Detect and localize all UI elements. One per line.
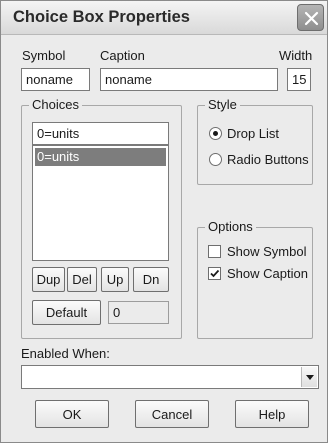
choice-edit-input[interactable]: 0=units (32, 122, 169, 145)
help-button-label: Help (258, 406, 286, 422)
show-caption-label[interactable]: Show Caption (227, 266, 308, 281)
symbol-input[interactable]: noname (21, 68, 90, 91)
radio-buttons-label[interactable]: Radio Buttons (227, 152, 309, 167)
show-symbol-label[interactable]: Show Symbol (227, 244, 306, 259)
cancel-button[interactable]: Cancel (135, 400, 209, 428)
width-label: Width (279, 48, 313, 63)
del-button[interactable]: Del (67, 267, 97, 292)
enabled-when-combo[interactable] (21, 365, 319, 389)
ok-button[interactable]: OK (35, 400, 109, 428)
list-item[interactable]: 0=units (35, 148, 166, 166)
dropdown-button[interactable] (301, 367, 317, 387)
style-group: Style (197, 97, 313, 185)
default-value-field: 0 (108, 301, 169, 324)
style-group-title: Style (205, 97, 240, 113)
dup-button-label: Dup (36, 272, 61, 287)
caption-label: Caption (100, 48, 145, 63)
default-button-label: Default (45, 305, 88, 320)
window-title: Choice Box Properties (13, 8, 190, 26)
default-button[interactable]: Default (32, 300, 101, 325)
radio-selected-dot (213, 131, 218, 136)
cancel-button-label: Cancel (151, 406, 193, 422)
radio-buttons-radio[interactable] (209, 153, 222, 166)
title-bar: Choice Box Properties (1, 1, 327, 35)
up-button-label: Up (106, 272, 124, 287)
show-caption-checkbox[interactable] (208, 267, 221, 280)
options-group-title: Options (205, 219, 256, 235)
choices-listbox[interactable]: 0=units (32, 145, 169, 261)
help-button[interactable]: Help (235, 400, 309, 428)
choice-box-properties-dialog: Choice Box Properties Symbol Caption Wid… (0, 0, 328, 443)
caption-input[interactable]: noname (100, 68, 278, 91)
del-button-label: Del (72, 272, 92, 287)
dup-button[interactable]: Dup (32, 267, 65, 292)
symbol-label: Symbol (22, 48, 66, 63)
choices-group-title: Choices (29, 97, 82, 113)
enabled-when-label: Enabled When: (21, 346, 110, 361)
up-button[interactable]: Up (101, 267, 129, 292)
close-button[interactable] (297, 4, 324, 31)
dn-button-label: Dn (142, 272, 160, 287)
show-symbol-checkbox[interactable] (208, 245, 221, 258)
width-input[interactable]: 15 (287, 68, 311, 91)
ok-button-label: OK (62, 406, 82, 422)
dn-button[interactable]: Dn (133, 267, 169, 292)
drop-list-label[interactable]: Drop List (227, 126, 279, 141)
drop-list-radio[interactable] (209, 127, 222, 140)
